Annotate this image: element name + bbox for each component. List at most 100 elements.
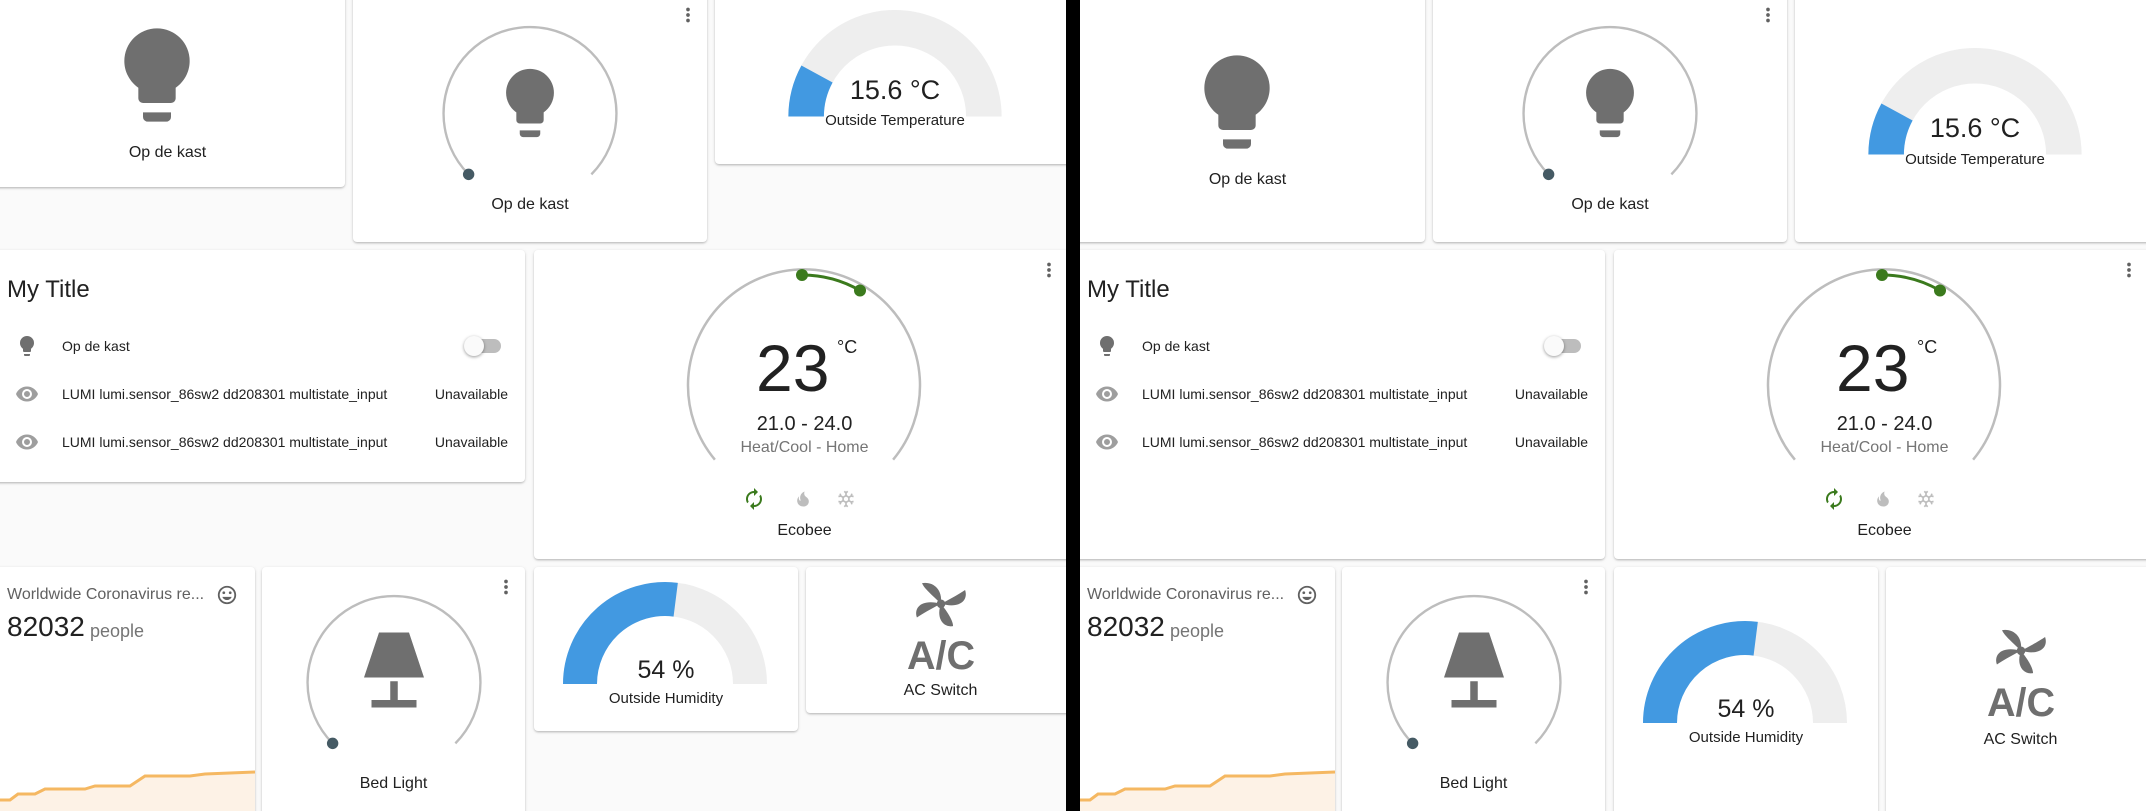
- gauge-value: 54 %: [1717, 695, 1775, 723]
- ac-switch-card[interactable]: A/C AC Switch: [1886, 567, 2146, 811]
- temperature-gauge-card[interactable]: 15.6 °C Outside Temperature: [1795, 0, 2146, 242]
- low-setpoint-handle: [1876, 269, 1888, 281]
- toggle-thumb: [1544, 336, 1564, 356]
- air-conditioner-icon: A/C: [1987, 629, 2055, 725]
- toggle-switch[interactable]: [464, 336, 501, 356]
- entity-state: Unavailable: [1514, 386, 1588, 402]
- entity-name: LUMI lumi.sensor_86sw2 dd208301 multista…: [1142, 386, 1468, 402]
- lightbulb-icon: [20, 336, 34, 356]
- humidity-gauge-card[interactable]: 54 % Outside Humidity: [534, 567, 798, 731]
- dashboard-pane-right: Op de kast Op de kast 15.6 °C Outside Te…: [1080, 0, 2146, 811]
- more-options-icon[interactable]: [2118, 259, 2140, 281]
- entity-name: Op de kast: [62, 338, 130, 354]
- gauge-name: Outside Temperature: [825, 112, 965, 129]
- entity-row[interactable]: LUMI lumi.sensor_86sw2 dd208301 multista…: [1080, 374, 1605, 414]
- more-options-icon[interactable]: [1038, 259, 1060, 281]
- more-options-icon[interactable]: [495, 576, 517, 598]
- eye-icon: [16, 434, 38, 450]
- gauge-value: 15.6 °C: [1929, 113, 2021, 143]
- light-slider-card[interactable]: Bed Light: [262, 567, 525, 811]
- high-setpoint-handle: [854, 284, 866, 297]
- entity-state: Unavailable: [1514, 434, 1588, 450]
- snowflake-icon[interactable]: [1916, 489, 1936, 509]
- light-slider-card[interactable]: Op de kast: [1433, 0, 1787, 242]
- entity-state: Unavailable: [434, 434, 508, 450]
- eye-icon: [1096, 386, 1118, 402]
- dashboard-pane-left: Op de kast Op de kast 15.6 °C Outside Te…: [0, 0, 1066, 811]
- gauge-name: Outside Temperature: [1905, 151, 2045, 168]
- card-title: My Title: [7, 276, 90, 303]
- light-slider-card[interactable]: Op de kast: [353, 0, 707, 242]
- current-temperature: 23: [756, 331, 830, 405]
- target-range: 21.0 - 24.0: [1836, 413, 1933, 435]
- sensor-name: Worldwide Coronavirus re...: [7, 586, 205, 603]
- lightbulb-icon: [124, 28, 190, 122]
- gauge-value: 15.6 °C: [849, 75, 941, 105]
- more-options-icon[interactable]: [1757, 4, 1779, 26]
- light-name: Op de kast: [491, 196, 569, 213]
- thermostat-card[interactable]: 23 °C 21.0 - 24.0 Heat/Cool - Home Ecobe…: [534, 250, 1066, 559]
- sensor-card[interactable]: Worldwide Coronavirus re... 82032 people: [1080, 567, 1335, 811]
- thermostat-card[interactable]: 23 °C 21.0 - 24.0 Heat/Cool - Home Ecobe…: [1614, 250, 2146, 559]
- more-options-icon[interactable]: [1575, 576, 1597, 598]
- snowflake-icon[interactable]: [836, 489, 856, 509]
- hvac-mode: Heat/Cool - Home: [740, 439, 869, 456]
- sensor-card[interactable]: Worldwide Coronavirus re... 82032 people: [0, 567, 255, 811]
- history-graph: [0, 770, 255, 811]
- air-conditioner-icon-text: A/C: [907, 634, 975, 678]
- flame-icon[interactable]: [793, 489, 813, 509]
- smile-icon: [217, 585, 237, 605]
- brightness-slider-handle: [326, 737, 339, 750]
- entity-row[interactable]: LUMI lumi.sensor_86sw2 dd208301 multista…: [0, 422, 525, 462]
- entity-row[interactable]: LUMI lumi.sensor_86sw2 dd208301 multista…: [1080, 422, 1605, 462]
- entity-row[interactable]: Op de kast: [0, 326, 525, 366]
- ac-switch-card[interactable]: A/C AC Switch: [806, 567, 1066, 713]
- light-slider-card[interactable]: Bed Light: [1342, 567, 1605, 811]
- card-title: My Title: [1087, 276, 1170, 303]
- light-name: Bed Light: [359, 775, 428, 792]
- sensor-unit: people: [90, 621, 145, 641]
- target-range: 21.0 - 24.0: [756, 413, 853, 435]
- sensor-name: Worldwide Coronavirus re...: [1087, 586, 1285, 603]
- thermostat-name: Ecobee: [777, 522, 832, 539]
- toggle-switch[interactable]: [1544, 336, 1581, 356]
- pane-divider: [1066, 0, 1080, 811]
- air-conditioner-icon: A/C: [907, 582, 975, 678]
- eye-icon: [1096, 434, 1118, 450]
- sensor-value: 82032: [7, 611, 85, 642]
- entity-name: LUMI lumi.sensor_86sw2 dd208301 multista…: [62, 434, 388, 450]
- humidity-gauge-card[interactable]: 54 % Outside Humidity: [1614, 567, 1878, 811]
- toggle-thumb: [464, 336, 484, 356]
- entity-state: Unavailable: [434, 386, 508, 402]
- hvac-mode: Heat/Cool - Home: [1820, 439, 1949, 456]
- gauge-name: Outside Humidity: [608, 690, 724, 707]
- temperature-gauge-card[interactable]: 15.6 °C Outside Temperature: [715, 0, 1066, 164]
- lightbulb-icon: [1204, 55, 1270, 149]
- lightbulb-icon: [1586, 68, 1634, 138]
- flame-icon[interactable]: [1873, 489, 1893, 509]
- lightbulb-icon: [1100, 336, 1114, 356]
- thermostat-name: Ecobee: [1857, 522, 1912, 539]
- brightness-slider-handle: [1406, 737, 1419, 750]
- entity-name: LUMI lumi.sensor_86sw2 dd208301 multista…: [1142, 434, 1468, 450]
- sensor-value: 82032: [1087, 611, 1165, 642]
- entity-row[interactable]: Op de kast: [1080, 326, 1605, 366]
- light-name: Op de kast: [1571, 196, 1649, 213]
- light-name: Bed Light: [1439, 775, 1508, 792]
- more-options-icon[interactable]: [677, 4, 699, 26]
- light-name: Op de kast: [128, 144, 207, 161]
- gauge-name: Outside Humidity: [1688, 729, 1804, 746]
- heat-cool-icon[interactable]: [1822, 487, 1846, 511]
- entity-name: LUMI lumi.sensor_86sw2 dd208301 multista…: [62, 386, 388, 402]
- light-card[interactable]: Op de kast: [1080, 0, 1425, 242]
- smile-icon: [1297, 585, 1317, 605]
- entity-row[interactable]: LUMI lumi.sensor_86sw2 dd208301 multista…: [0, 374, 525, 414]
- entities-card: My Title Op de kast LUMI lumi.sensor_86s…: [1080, 250, 1605, 559]
- brightness-slider-handle: [1542, 168, 1555, 181]
- air-conditioner-icon-text: A/C: [1987, 681, 2055, 725]
- temperature-gauge: [1868, 47, 2082, 156]
- light-card[interactable]: Op de kast: [0, 0, 345, 187]
- switch-name: AC Switch: [903, 682, 978, 699]
- heat-cool-icon[interactable]: [742, 487, 766, 511]
- temperature-gauge: [788, 9, 1002, 118]
